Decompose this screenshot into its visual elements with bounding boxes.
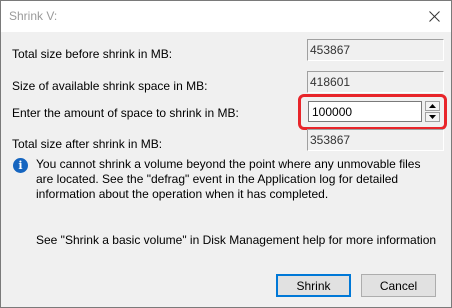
shrink-amount-input[interactable] [308,101,422,122]
spin-up-button[interactable] [425,101,440,111]
total-size-label: Total size before shrink in MB: [12,47,173,61]
close-icon [428,10,440,22]
info-icon: i [13,158,28,173]
title-bar: Shrink V: [1,1,451,32]
shrink-amount-label: Enter the amount of space to shrink in M… [12,106,239,120]
shrink-button[interactable]: Shrink [276,274,351,297]
total-size-value: 453867 [307,39,444,61]
help-text: See "Shrink a basic volume" in Disk Mana… [36,233,437,247]
spin-down-button[interactable] [425,112,440,122]
after-size-value: 353867 [307,129,444,151]
available-space-value: 418601 [307,71,444,93]
window-title: Shrink V: [9,9,58,23]
arrow-up-icon [429,104,436,108]
close-button[interactable] [417,1,451,31]
available-space-label: Size of available shrink space in MB: [12,79,208,93]
after-size-label: Total size after shrink in MB: [12,137,163,151]
arrow-down-icon [429,115,436,119]
shrink-dialog: Shrink V: Total size before shrink in MB… [0,0,452,308]
info-message: You cannot shrink a volume beyond the po… [36,157,421,201]
cancel-button[interactable]: Cancel [361,274,436,297]
